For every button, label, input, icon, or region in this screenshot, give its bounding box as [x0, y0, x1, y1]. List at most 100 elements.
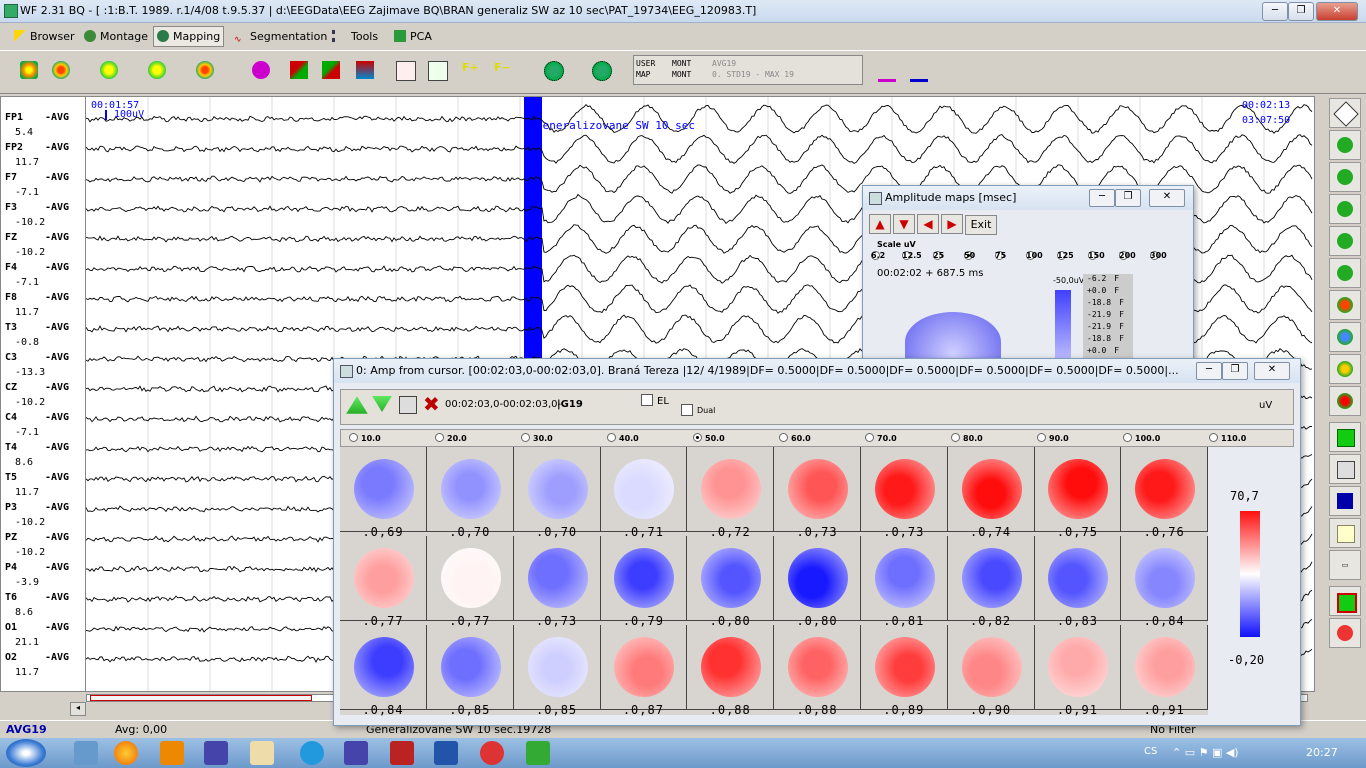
map-grid-button-1[interactable]	[540, 57, 566, 83]
print-button[interactable]	[1329, 454, 1361, 484]
chart-button-2[interactable]	[424, 57, 450, 83]
amplitude-maps-window[interactable]: Amplitude maps [msec] ─ ❐ ✕ ▲ ▼ ◀ ▶ Exit Sca…	[862, 185, 1194, 372]
head-map-button[interactable]	[16, 57, 42, 83]
channel-label[interactable]: CZ -AVG	[5, 382, 69, 393]
topo-map-cell[interactable]: .0,91	[1034, 625, 1122, 717]
taskbar-save-2[interactable]	[344, 741, 368, 765]
channel-label[interactable]: P4 -AVG	[5, 562, 69, 573]
tool-button-9[interactable]	[1329, 354, 1361, 384]
minimize-button[interactable]: ─	[1262, 2, 1288, 21]
topo-map-cell[interactable]: .0,80	[774, 536, 861, 628]
maps-minimize-button[interactable]: ─	[1196, 362, 1222, 380]
tab-mapping[interactable]: Mapping	[153, 26, 225, 47]
topo-map-cell[interactable]: .0,85	[426, 625, 514, 717]
tool-button-7[interactable]	[1329, 290, 1361, 320]
map-mode-button-4[interactable]	[192, 57, 218, 83]
tool-button-13[interactable]	[1329, 486, 1361, 516]
topo-map-cell[interactable]: .0,91	[1121, 625, 1209, 717]
channel-label[interactable]: T3 -AVG	[5, 322, 69, 333]
tool-button-8[interactable]	[1329, 322, 1361, 352]
topo-map-cell[interactable]: .0,69	[340, 447, 427, 539]
prev-map-button[interactable]	[346, 396, 368, 414]
topo-map-cell[interactable]: .0,74	[947, 447, 1035, 539]
taskbar-save-1[interactable]	[204, 741, 228, 765]
tool-button-2[interactable]	[1329, 130, 1361, 160]
maps-close-button[interactable]: ✕	[1254, 362, 1290, 380]
time-step-option[interactable]: 30.0	[521, 433, 553, 443]
taskbar-skype[interactable]	[300, 741, 324, 765]
amp-minimize-button[interactable]: ─	[1089, 189, 1115, 207]
taskbar-explorer[interactable]	[250, 741, 274, 765]
map-grid-button-2[interactable]	[588, 57, 614, 83]
topo-map-cell[interactable]: .0,87	[600, 625, 688, 717]
tool-button-17[interactable]	[1329, 618, 1361, 648]
tab-segmentation[interactable]: ∿ Segmentation	[230, 26, 331, 47]
topo-map-cell[interactable]: .0,73	[513, 536, 601, 628]
channel-button-1[interactable]	[874, 57, 900, 83]
topo-map-cell[interactable]: .0,83	[1034, 536, 1122, 628]
scroll-left-button[interactable]: ◂	[70, 702, 86, 716]
tool-button-14[interactable]	[1329, 518, 1361, 548]
channel-label[interactable]: C4 -AVG	[5, 412, 69, 423]
taskbar-word[interactable]	[434, 741, 458, 765]
arrow-up-button[interactable]: ▲	[869, 214, 891, 234]
topo-map-cell[interactable]: .0,75	[1034, 447, 1122, 539]
topo-map-cell[interactable]: .0,84	[1121, 536, 1209, 628]
tool-button-1[interactable]	[1329, 98, 1361, 128]
electrode-button-2[interactable]	[318, 57, 344, 83]
topo-map-cell[interactable]: .0,85	[513, 625, 601, 717]
taskbar-firefox[interactable]	[114, 741, 138, 765]
time-step-option[interactable]: 10.0	[349, 433, 381, 443]
channel-label[interactable]: F3 -AVG	[5, 202, 69, 213]
maps-grid-window[interactable]: 0: Amp from cursor. [00:02:03,0-00:02:03…	[333, 358, 1301, 726]
topo-map-cell[interactable]: .0,70	[426, 447, 514, 539]
tab-montage[interactable]: Montage	[80, 26, 152, 47]
topo-map-cell[interactable]: .0,79	[600, 536, 688, 628]
channel-label[interactable]: PZ -AVG	[5, 532, 69, 543]
topo-map-cell[interactable]: .0,73	[860, 447, 948, 539]
time-step-option[interactable]: 40.0	[607, 433, 639, 443]
close-button[interactable]: ✕	[1316, 2, 1358, 21]
topo-map-cell[interactable]: .0,77	[340, 536, 427, 628]
topo-map-cell[interactable]: .0,80	[687, 536, 775, 628]
time-step-option[interactable]: 100.0	[1123, 433, 1160, 443]
time-step-option[interactable]: 70.0	[865, 433, 897, 443]
maps-maximize-button[interactable]: ❐	[1222, 362, 1248, 380]
add-filter-button[interactable]: F+	[458, 57, 484, 83]
maximize-button[interactable]: ❐	[1288, 2, 1314, 21]
tool-button-6[interactable]	[1329, 258, 1361, 288]
time-step-option[interactable]: 90.0	[1037, 433, 1069, 443]
channel-label[interactable]: T4 -AVG	[5, 442, 69, 453]
start-button[interactable]	[6, 739, 46, 767]
electrode-button-1[interactable]	[286, 57, 312, 83]
time-step-option[interactable]: 80.0	[951, 433, 983, 443]
arrow-left-button[interactable]: ◀	[917, 214, 939, 234]
taskbar-app-3[interactable]	[526, 741, 550, 765]
taskbar-app-1[interactable]	[74, 741, 98, 765]
amp-maximize-button[interactable]: ❐	[1115, 189, 1141, 207]
tool-button-5[interactable]	[1329, 226, 1361, 256]
tool-button-11[interactable]	[1329, 422, 1361, 452]
time-step-option[interactable]: 20.0	[435, 433, 467, 443]
electrode-button-3[interactable]	[352, 57, 378, 83]
arrow-right-button[interactable]: ▶	[941, 214, 963, 234]
el-checkbox[interactable]	[641, 394, 653, 406]
topo-map-cell[interactable]: .0,88	[774, 625, 861, 717]
topo-map-cell[interactable]: .0,90	[947, 625, 1035, 717]
map-mode-button-2[interactable]	[96, 57, 122, 83]
topo-map-cell[interactable]: .0,76	[1121, 447, 1209, 539]
tool-button-10[interactable]	[1329, 386, 1361, 416]
exit-button[interactable]: Exit	[965, 215, 997, 235]
amplitude-maps-titlebar[interactable]: Amplitude maps [msec] ─ ❐ ✕	[863, 186, 1193, 210]
time-step-option[interactable]: 60.0	[779, 433, 811, 443]
tool-button-3[interactable]	[1329, 162, 1361, 192]
taskbar-access[interactable]	[390, 741, 414, 765]
channel-label[interactable]: FZ -AVG	[5, 232, 69, 243]
language-indicator[interactable]: CS	[1144, 746, 1157, 757]
channel-label[interactable]: O1 -AVG	[5, 622, 69, 633]
chart-button-1[interactable]	[392, 57, 418, 83]
channel-label[interactable]: FP2 -AVG	[5, 142, 69, 153]
amp-close-button[interactable]: ✕	[1149, 189, 1185, 207]
map-mode-button-3[interactable]	[144, 57, 170, 83]
channel-label[interactable]: F7 -AVG	[5, 172, 69, 183]
